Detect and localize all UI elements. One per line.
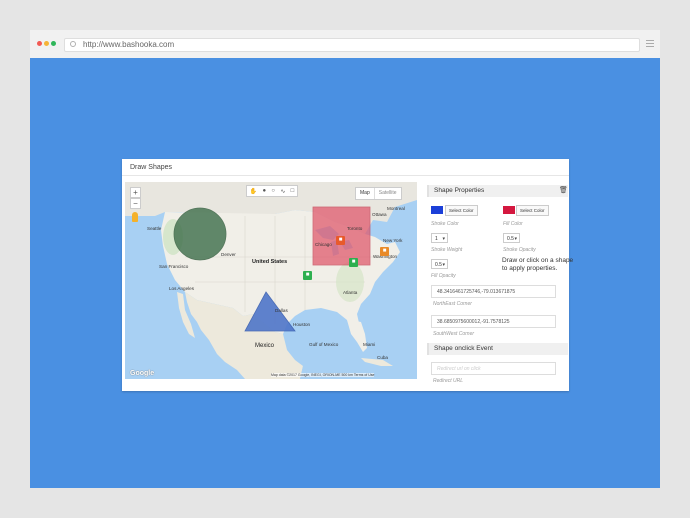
zoom-out-button[interactable]: − — [130, 198, 141, 209]
rectangle-tool-icon[interactable]: □ — [291, 188, 295, 194]
page-info-icon — [70, 41, 76, 47]
minimize-window-dot[interactable] — [44, 41, 49, 46]
url-text: http://www.bashooka.com — [83, 40, 175, 49]
map-label-atlanta: Atlanta — [343, 290, 358, 295]
map-marker-red[interactable]: ■ — [336, 236, 345, 245]
stroke-opacity-label: Stroke Opacity — [503, 247, 536, 253]
shape-properties-header: Shape Properties 🗑 — [427, 185, 568, 197]
map-type-switch: Map Satellite — [355, 187, 402, 200]
fill-opacity-label: Fill Opacity — [431, 273, 456, 279]
southwest-corner-label: SouthWest Corner — [433, 331, 475, 337]
northeast-corner-label: NorthEast Corner — [433, 301, 472, 307]
pegman-icon[interactable] — [132, 212, 138, 222]
map-label-ottawa: Ottawa — [372, 212, 387, 217]
map-label-new-york: New York — [383, 238, 403, 243]
map-canvas[interactable]: + − ✋ ● ○ ∿ □ Map Satellite Seattle San … — [125, 182, 417, 379]
map-label-dallas: Dallas — [275, 308, 288, 313]
hamburger-menu-icon[interactable] — [646, 40, 654, 48]
map-type-map[interactable]: Map — [356, 188, 374, 199]
map-label-la: Los Angeles — [169, 286, 195, 291]
fill-select-color-button[interactable]: Select Color — [516, 205, 549, 216]
maximize-window-dot[interactable] — [51, 41, 56, 46]
map-marker-green-2[interactable]: ■ — [349, 258, 358, 267]
trash-icon[interactable]: 🗑 — [559, 187, 568, 194]
google-logo: Google — [130, 370, 155, 377]
fill-color-label: Fill Color — [503, 221, 523, 227]
shape-onclick-header: Shape onclick Event — [427, 343, 568, 355]
northeast-corner-field[interactable]: 48.3416461725746,-79.013671875 — [431, 285, 556, 298]
drawing-toolbar: ✋ ● ○ ∿ □ — [246, 185, 298, 197]
map-attribution[interactable]: Map data ©2017 Google, INEGI, ORION-ME 5… — [271, 373, 375, 377]
card-title: Draw Shapes — [122, 159, 569, 176]
map-label-toronto: Toronto — [347, 226, 363, 231]
map-label-united-states: United States — [252, 259, 288, 265]
circle-tool-icon[interactable]: ○ — [271, 188, 275, 194]
polyline-tool-icon[interactable]: ∿ — [280, 188, 285, 195]
map-label-sf: San Francisco — [159, 264, 189, 269]
zoom-in-button[interactable]: + — [130, 187, 141, 198]
stroke-weight-select[interactable]: 1 — [431, 233, 448, 244]
marker-tool-icon[interactable]: ● — [262, 188, 266, 194]
map-type-satellite[interactable]: Satellite — [373, 188, 401, 199]
stroke-opacity-select[interactable]: 0.5 — [503, 233, 520, 244]
page-viewport: Draw Shapes + − ✋ ● ○ ∿ □ Map Satellite … — [30, 58, 660, 488]
stroke-select-color-button[interactable]: Select Color — [445, 205, 478, 216]
map-marker-green-1[interactable]: ■ — [303, 271, 312, 280]
map-label-seattle: Seattle — [147, 226, 162, 231]
map-label-houston: Houston — [293, 322, 311, 327]
map-label-montreal: Montreal — [387, 206, 405, 211]
hand-tool-icon[interactable]: ✋ — [250, 188, 257, 195]
map-label-cuba: Cuba — [377, 355, 388, 360]
page: { "browser": { "url": "http://www.bashoo… — [0, 0, 690, 518]
draw-shapes-card: Draw Shapes + − ✋ ● ○ ∿ □ Map Satellite … — [122, 159, 573, 391]
stroke-color-swatch[interactable] — [431, 206, 443, 214]
apply-properties-hint: Draw or click on a shape to apply proper… — [502, 257, 574, 272]
drawn-circle-shape[interactable] — [173, 207, 227, 261]
map-label-denver: Denver — [221, 252, 236, 257]
map-label-chicago: Chicago — [315, 242, 332, 247]
browser-window: http://www.bashooka.com Draw Shapes + − … — [30, 30, 660, 488]
browser-chrome: http://www.bashooka.com — [30, 30, 660, 59]
stroke-weight-label: Stroke Weight — [431, 247, 463, 253]
map-marker-orange[interactable]: ■ — [380, 247, 389, 256]
map-label-gulf: Gulf of Mexico — [309, 342, 339, 347]
address-bar[interactable]: http://www.bashooka.com — [64, 38, 640, 52]
map-label-miami: Miami — [363, 342, 376, 347]
shape-properties-title: Shape Properties — [434, 187, 485, 194]
fill-opacity-select[interactable]: 0.5 — [431, 259, 448, 270]
stroke-color-label: Stroke Color — [431, 221, 459, 227]
redirect-url-label: Redirect URL — [433, 378, 464, 384]
close-window-dot[interactable] — [37, 41, 42, 46]
map-label-mexico: Mexico — [255, 343, 275, 349]
properties-panel: Shape Properties 🗑 Select Color Select C… — [427, 185, 573, 385]
fill-color-swatch[interactable] — [503, 206, 515, 214]
southwest-corner-field[interactable]: 38.6850975600012,-91.7578125 — [431, 315, 556, 328]
shape-onclick-title: Shape onclick Event — [434, 345, 493, 352]
redirect-url-input[interactable]: Redirect url on click — [431, 362, 556, 375]
